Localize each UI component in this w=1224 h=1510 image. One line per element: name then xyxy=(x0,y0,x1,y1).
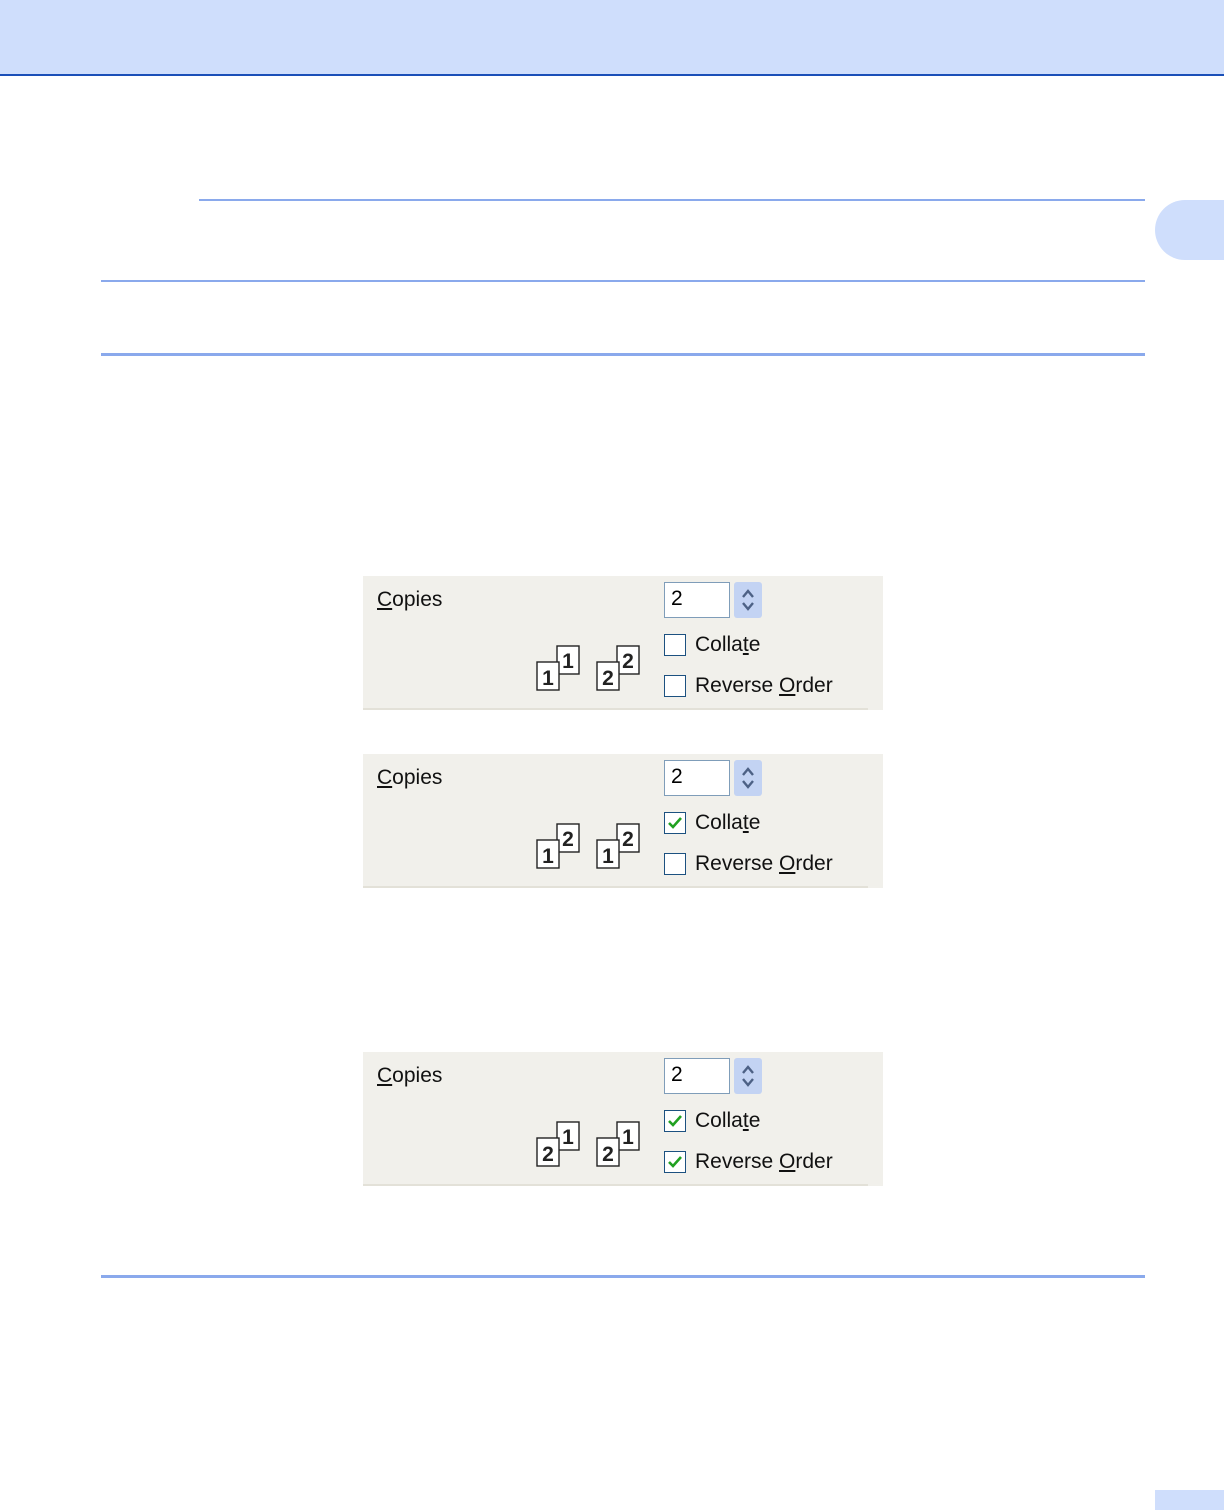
spin-up-down-icon xyxy=(742,589,754,611)
check-mark-icon xyxy=(668,1115,682,1127)
collate-checkbox[interactable] xyxy=(664,1110,686,1132)
section-rule xyxy=(101,353,1145,356)
copies-panel: Copies 2 1 2 1 2 Collate Reverse Order xyxy=(363,1052,883,1186)
section-rule xyxy=(101,1275,1145,1278)
panel-bottom-border xyxy=(363,708,868,710)
collate-label[interactable]: Collate xyxy=(695,1109,760,1133)
section-rule xyxy=(199,199,1145,201)
collate-checkbox[interactable] xyxy=(664,812,686,834)
icon-digit: 2 xyxy=(622,650,634,673)
copies-label: Copies xyxy=(377,1064,443,1087)
check-mark-icon xyxy=(668,817,682,829)
check-mark-icon xyxy=(668,1156,682,1168)
copies-spinner[interactable] xyxy=(734,582,762,618)
reverse-order-label[interactable]: Reverse Order xyxy=(695,1150,833,1174)
icon-digit: 1 xyxy=(602,845,614,868)
icon-digit: 1 xyxy=(562,1126,574,1149)
copies-input[interactable]: 2 xyxy=(664,760,730,796)
page-header-band xyxy=(0,0,1224,76)
copies-label: Copies xyxy=(377,588,443,611)
section-rule xyxy=(101,280,1145,282)
collate-label[interactable]: Collate xyxy=(695,811,760,835)
icon-digit: 2 xyxy=(602,667,614,690)
icon-digit: 2 xyxy=(622,828,634,851)
collate-preview-icon: 1212 xyxy=(536,1121,640,1167)
panel-bottom-border xyxy=(363,1184,868,1186)
icon-digit: 1 xyxy=(542,845,554,868)
collate-preview-icon: 11 22 xyxy=(536,645,640,691)
reverse-order-label[interactable]: Reverse Order xyxy=(695,852,833,876)
copies-spinner[interactable] xyxy=(734,1058,762,1094)
icon-digit: 1 xyxy=(542,667,554,690)
collate-label[interactable]: Collate xyxy=(695,633,760,657)
icon-digit: 1 xyxy=(622,1126,634,1149)
icon-digit: 2 xyxy=(542,1143,554,1166)
icon-digit: 1 xyxy=(562,650,574,673)
icon-digit: 2 xyxy=(602,1143,614,1166)
copies-label: Copies xyxy=(377,766,443,789)
copies-input[interactable]: 2 xyxy=(664,1058,730,1094)
panel-bottom-border xyxy=(363,886,868,888)
copies-panel: Copies 2 2 1 2 1 Collate Reverse Order xyxy=(363,754,883,888)
copies-panel: Copies 2 1 1 2 2 Collate Reverse Order xyxy=(363,576,883,710)
copies-spinner[interactable] xyxy=(734,760,762,796)
reverse-order-checkbox[interactable] xyxy=(664,1151,686,1173)
chapter-tab xyxy=(1155,200,1224,260)
reverse-order-checkbox[interactable] xyxy=(664,675,686,697)
collate-checkbox[interactable] xyxy=(664,634,686,656)
collate-preview-icon: 2121 xyxy=(536,823,640,869)
page-number-tab xyxy=(1155,1490,1224,1510)
spin-up-down-icon xyxy=(742,767,754,789)
reverse-order-label[interactable]: Reverse Order xyxy=(695,674,833,698)
spin-up-down-icon xyxy=(742,1065,754,1087)
reverse-order-checkbox[interactable] xyxy=(664,853,686,875)
copies-input[interactable]: 2 xyxy=(664,582,730,618)
icon-digit: 2 xyxy=(562,828,574,851)
